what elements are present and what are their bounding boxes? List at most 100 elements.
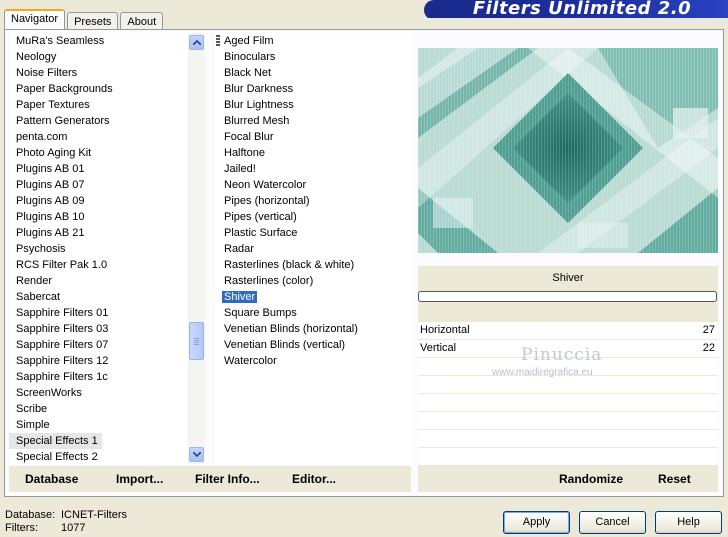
status-info: Database: ICNET-Filters Filters: 1077 — [5, 509, 127, 535]
filter-item[interactable]: Shiver — [215, 289, 411, 305]
tab-navigator[interactable]: Navigator — [4, 9, 66, 30]
filter-item-label: Pipes (vertical) — [224, 211, 297, 223]
filter-item[interactable]: Plastic Surface — [215, 225, 411, 241]
filter-item[interactable]: Square Bumps — [215, 305, 411, 321]
category-item[interactable]: Paper Textures — [9, 97, 187, 113]
filter-item[interactable]: Halftone — [215, 145, 411, 161]
app-title: Filters Unlimited 2.0 — [472, 0, 692, 19]
filter-info-button[interactable]: Filter Info... — [195, 472, 260, 486]
category-item[interactable]: MuRa's Seamless — [9, 33, 187, 49]
cancel-button[interactable]: Cancel — [579, 511, 646, 534]
filter-item[interactable]: Neon Watercolor — [215, 177, 411, 193]
filter-item[interactable]: Binoculars — [215, 49, 411, 65]
category-list[interactable]: MuRa's Seamless Neology Noise Filters Paper… — [9, 33, 187, 464]
category-item[interactable]: Special Effects 2 — [9, 449, 187, 464]
app-banner: Filters Unlimited 2.0 — [424, 0, 728, 20]
category-item[interactable]: Sapphire Filters 07 — [9, 337, 187, 353]
filter-item[interactable]: Blur Lightness — [215, 97, 411, 113]
category-item[interactable]: Pattern Generators — [9, 113, 187, 129]
category-item[interactable]: Plugins AB 10 — [9, 209, 187, 225]
category-item[interactable]: Neology — [9, 49, 187, 65]
category-item[interactable]: Plugins AB 01 — [9, 161, 187, 177]
randomize-button[interactable]: Randomize — [559, 472, 623, 486]
filter-item[interactable]: Rasterlines (color) — [215, 273, 411, 289]
category-item[interactable]: penta.com — [9, 129, 187, 145]
filter-item-label: Neon Watercolor — [224, 179, 307, 191]
filter-item-label: Venetian Blinds (vertical) — [224, 339, 346, 351]
category-item[interactable]: Plugins AB 07 — [9, 177, 187, 193]
parameter-row — [418, 376, 718, 394]
database-label: Database: — [5, 509, 56, 521]
category-item[interactable]: Scribe — [9, 401, 187, 417]
category-item[interactable]: ScreenWorks — [9, 385, 187, 401]
category-item[interactable]: Photo Aging Kit — [9, 145, 187, 161]
filter-list[interactable]: Aged Film Binoculars Black Net Blur Darknes… — [215, 33, 411, 464]
category-item[interactable]: Psychosis — [9, 241, 187, 257]
parameter-table: Horizontal 27 Vertical 22 — [418, 322, 718, 466]
category-item[interactable]: Simple — [9, 417, 187, 433]
filters-count: 1077 — [61, 522, 86, 534]
filter-item-label: Aged Film — [224, 35, 274, 47]
filter-item[interactable]: Focal Blur — [215, 129, 411, 145]
parameter-row[interactable]: Horizontal 27 — [418, 322, 718, 340]
category-scrollbar[interactable] — [188, 33, 205, 464]
category-item[interactable]: Sapphire Filters 01 — [9, 305, 187, 321]
grip-icon — [194, 338, 199, 346]
filter-item[interactable]: Aged Film — [215, 33, 411, 49]
list-marker-icon — [216, 35, 220, 47]
watermark-name: Pinuccia — [521, 345, 603, 365]
category-item[interactable]: Sabercat — [9, 289, 187, 305]
parameter-row — [418, 430, 718, 448]
category-item[interactable]: Sapphire Filters 12 — [9, 353, 187, 369]
parameter-row — [418, 394, 718, 412]
database-value: ICNET-Filters — [61, 509, 127, 521]
filter-item[interactable]: Venetian Blinds (horizontal) — [215, 321, 411, 337]
editor-button[interactable]: Editor... — [292, 472, 336, 486]
category-item[interactable]: Sapphire Filters 1c — [9, 369, 187, 385]
parameter-label: Horizontal — [420, 324, 470, 336]
database-button[interactable]: Database — [25, 472, 78, 486]
filter-item[interactable]: Blurred Mesh — [215, 113, 411, 129]
watermark-url: www.maidiregrafica.eu — [492, 367, 593, 378]
selected-filter-name: Shiver — [552, 272, 584, 284]
parameter-value[interactable]: 22 — [703, 342, 715, 354]
category-item[interactable]: RCS Filter Pak 1.0 — [9, 257, 187, 273]
filter-item[interactable]: Pipes (vertical) — [215, 209, 411, 225]
scroll-thumb[interactable] — [189, 322, 204, 360]
filter-item[interactable]: Pipes (horizontal) — [215, 193, 411, 209]
reset-button[interactable]: Reset — [658, 472, 691, 486]
filter-item-label: Rasterlines (color) — [224, 275, 314, 287]
filter-item-label: Binoculars — [224, 51, 276, 63]
category-item[interactable]: Render — [9, 273, 187, 289]
left-toolbar: Database Import... Filter Info... Editor… — [9, 466, 411, 492]
filter-item[interactable]: Venetian Blinds (vertical) — [215, 337, 411, 353]
filter-item[interactable]: Radar — [215, 241, 411, 257]
parameter-value[interactable]: 27 — [703, 324, 715, 336]
import-button[interactable]: Import... — [116, 472, 163, 486]
category-item[interactable]: Plugins AB 21 — [9, 225, 187, 241]
category-item[interactable]: Plugins AB 09 — [9, 193, 187, 209]
filter-item-label: Radar — [224, 243, 254, 255]
tab-about[interactable]: About — [120, 12, 164, 30]
filter-item[interactable]: Watercolor — [215, 353, 411, 369]
scroll-up-button[interactable] — [189, 35, 204, 50]
parameter-row — [418, 448, 718, 466]
filter-item-label: Focal Blur — [224, 131, 274, 143]
scroll-down-button[interactable] — [189, 447, 204, 462]
filter-item[interactable]: Black Net — [215, 65, 411, 81]
category-item[interactable]: Special Effects 1 — [9, 433, 102, 449]
filter-item[interactable]: Blur Darkness — [215, 81, 411, 97]
tab-presets[interactable]: Presets — [67, 12, 119, 30]
banner-divider — [420, 18, 728, 20]
filter-item[interactable]: Rasterlines (black & white) — [215, 257, 411, 273]
help-button[interactable]: Help — [655, 511, 722, 534]
right-toolbar: Randomize Reset — [418, 466, 718, 492]
filter-item-label: Halftone — [224, 147, 265, 159]
category-item[interactable]: Noise Filters — [9, 65, 187, 81]
filter-item[interactable]: Jailed! — [215, 161, 411, 177]
filter-item-label: Black Net — [224, 67, 272, 79]
category-item[interactable]: Paper Backgrounds — [9, 81, 187, 97]
apply-button[interactable]: Apply — [503, 511, 570, 534]
parameter-label: Vertical — [420, 342, 457, 354]
category-item[interactable]: Sapphire Filters 03 — [9, 321, 187, 337]
